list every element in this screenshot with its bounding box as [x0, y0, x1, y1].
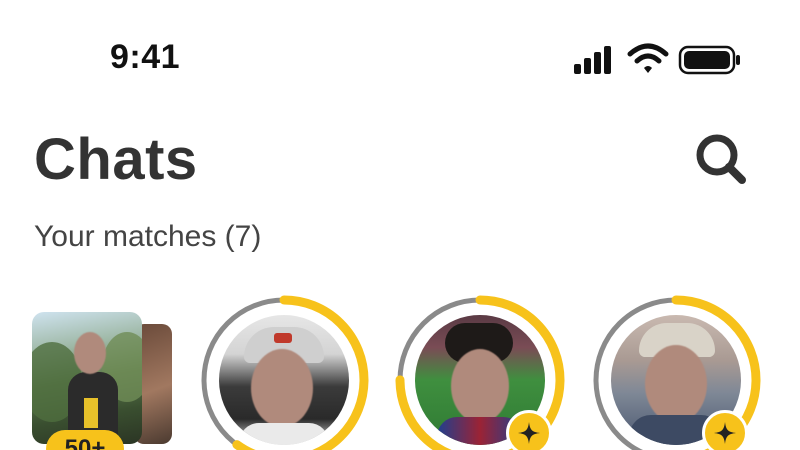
queue-front-photo — [32, 312, 142, 444]
wifi-icon — [627, 43, 669, 73]
sparkle-icon — [714, 422, 736, 444]
matches-section-label: Your matches (7) — [34, 220, 262, 253]
match-photo — [219, 315, 349, 445]
plus-badge — [702, 410, 748, 450]
blurred-face — [251, 349, 313, 427]
header: Chats — [0, 120, 800, 200]
battery-icon — [678, 45, 740, 75]
blurred-face — [74, 332, 106, 374]
match-avatar[interactable] — [196, 292, 372, 450]
blurred-face — [451, 349, 509, 423]
likes-queue-card[interactable]: 50+ — [32, 312, 177, 450]
plus-badge — [506, 410, 552, 450]
status-time: 9:41 — [110, 38, 181, 76]
search-button[interactable] — [690, 128, 750, 188]
status-bar: 9:41 — [0, 0, 800, 110]
match-avatar[interactable] — [392, 292, 568, 450]
match-avatar[interactable] — [588, 292, 764, 450]
matches-row: 50+ — [0, 290, 800, 450]
search-icon — [696, 134, 746, 184]
cellular-signal-icon — [574, 46, 611, 74]
status-icons — [572, 42, 742, 78]
queue-count-badge: 50+ — [46, 430, 124, 450]
sparkle-icon — [518, 422, 540, 444]
page-title: Chats — [34, 127, 198, 192]
blurred-face — [645, 345, 707, 423]
